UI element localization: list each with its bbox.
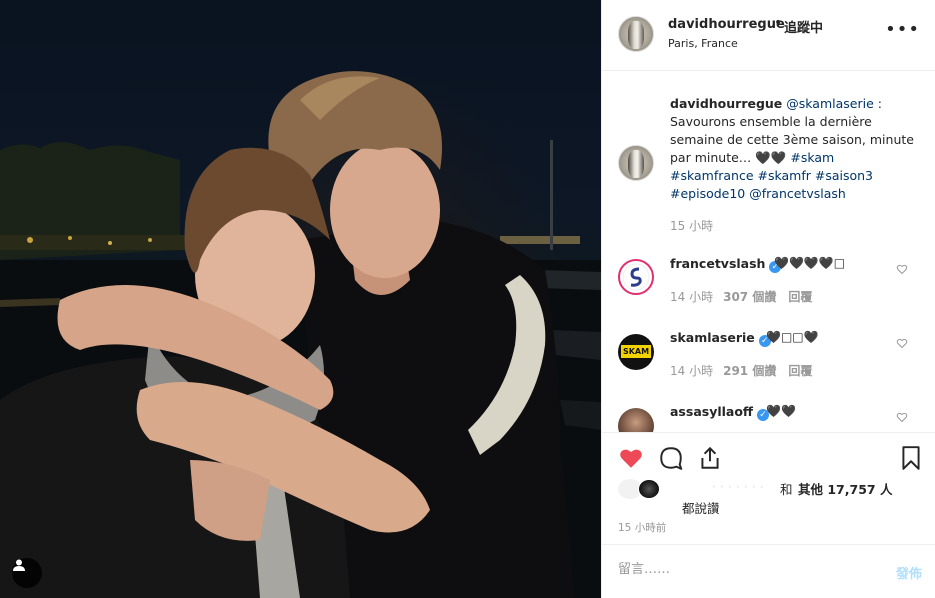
likes-others-count[interactable]: 其他 17,757 人 bbox=[798, 479, 892, 498]
caption-time[interactable]: 15 小時 bbox=[670, 217, 713, 234]
reply-button[interactable]: 回覆 bbox=[788, 364, 812, 378]
comment-meta: 14 小時 307 個讚 回覆 bbox=[670, 288, 812, 305]
author-avatar[interactable] bbox=[618, 16, 654, 52]
comment-like-heart-icon[interactable] bbox=[896, 411, 908, 423]
comment-username[interactable]: francetvslash ✓ bbox=[670, 256, 782, 273]
author-username[interactable]: davidhourregue bbox=[668, 17, 785, 32]
comment-input[interactable] bbox=[618, 562, 868, 577]
caption-mention[interactable]: @skamlaserie bbox=[786, 96, 874, 111]
skam-logo: SKAM bbox=[621, 345, 651, 358]
caption-mention-2[interactable]: @francetvslash bbox=[749, 186, 846, 201]
comment-bubble-icon[interactable] bbox=[658, 445, 684, 471]
comment-likes[interactable]: 291 個讚 bbox=[723, 364, 776, 378]
like-heart-icon[interactable] bbox=[618, 445, 644, 471]
liker-avatar[interactable] bbox=[638, 479, 660, 499]
post-side-panel: davidhourregue • 追蹤中 Paris, France ••• d… bbox=[601, 0, 935, 598]
comment-like-heart-icon[interactable] bbox=[896, 337, 908, 349]
comment-meta: 14 小時 291 個讚 回覆 bbox=[670, 362, 812, 379]
comment-username[interactable]: assasyllaoff ✓ bbox=[670, 404, 770, 421]
post-caption: davidhourregue @skamlaserie : Savourons … bbox=[670, 95, 920, 203]
caption-username[interactable]: davidhourregue bbox=[670, 96, 782, 111]
comment-time[interactable]: 14 小時 bbox=[670, 364, 713, 378]
caption-author-avatar[interactable] bbox=[618, 145, 654, 181]
comment-time[interactable]: 14 小時 bbox=[670, 290, 713, 304]
save-bookmark-icon[interactable] bbox=[898, 445, 924, 471]
likes-and: 和 bbox=[780, 482, 793, 497]
likes-liked: 都說讚 bbox=[682, 501, 720, 516]
comment-like-heart-icon[interactable] bbox=[896, 263, 908, 275]
following-button[interactable]: 追蹤中 bbox=[784, 17, 823, 36]
comments-list[interactable]: davidhourregue @skamlaserie : Savourons … bbox=[602, 71, 935, 432]
more-horizontal-icon[interactable]: ••• bbox=[885, 21, 920, 39]
reply-button[interactable]: 回覆 bbox=[788, 290, 812, 304]
comment-username[interactable]: skamlaserie ✓ bbox=[670, 330, 771, 347]
comment-text: 🖤🖤🖤🖤□ bbox=[774, 256, 846, 270]
post-header: davidhourregue • 追蹤中 Paris, France ••• bbox=[602, 0, 935, 71]
comment-avatar-francetvslash[interactable] bbox=[618, 259, 654, 295]
header-separator: • bbox=[774, 15, 783, 31]
post-photo[interactable] bbox=[0, 0, 601, 598]
comment-text: 🖤□□🖤 bbox=[766, 330, 819, 344]
tagged-user-icon[interactable] bbox=[12, 558, 42, 588]
share-icon[interactable] bbox=[697, 445, 723, 471]
blurred-liker-names[interactable]: · · · · · · · bbox=[712, 479, 764, 494]
photo-illustration bbox=[0, 71, 601, 598]
post-comment-button[interactable]: 發佈 bbox=[896, 563, 922, 582]
post-location[interactable]: Paris, France bbox=[668, 37, 738, 50]
comment-avatar-skamlaserie[interactable]: SKAM bbox=[618, 334, 654, 370]
post-actions: · · · · · · · 和 其他 17,757 人 都說讚 15 小時前 bbox=[602, 432, 935, 544]
comment-avatar-assasyllaoff[interactable] bbox=[618, 408, 654, 432]
post-dialog: davidhourregue • 追蹤中 Paris, France ••• d… bbox=[0, 0, 935, 598]
post-timestamp[interactable]: 15 小時前 bbox=[618, 520, 666, 535]
add-comment-section: 發佈 bbox=[602, 544, 935, 598]
comment-text: 🖤🖤 bbox=[766, 404, 796, 418]
comment-likes[interactable]: 307 個讚 bbox=[723, 290, 776, 304]
